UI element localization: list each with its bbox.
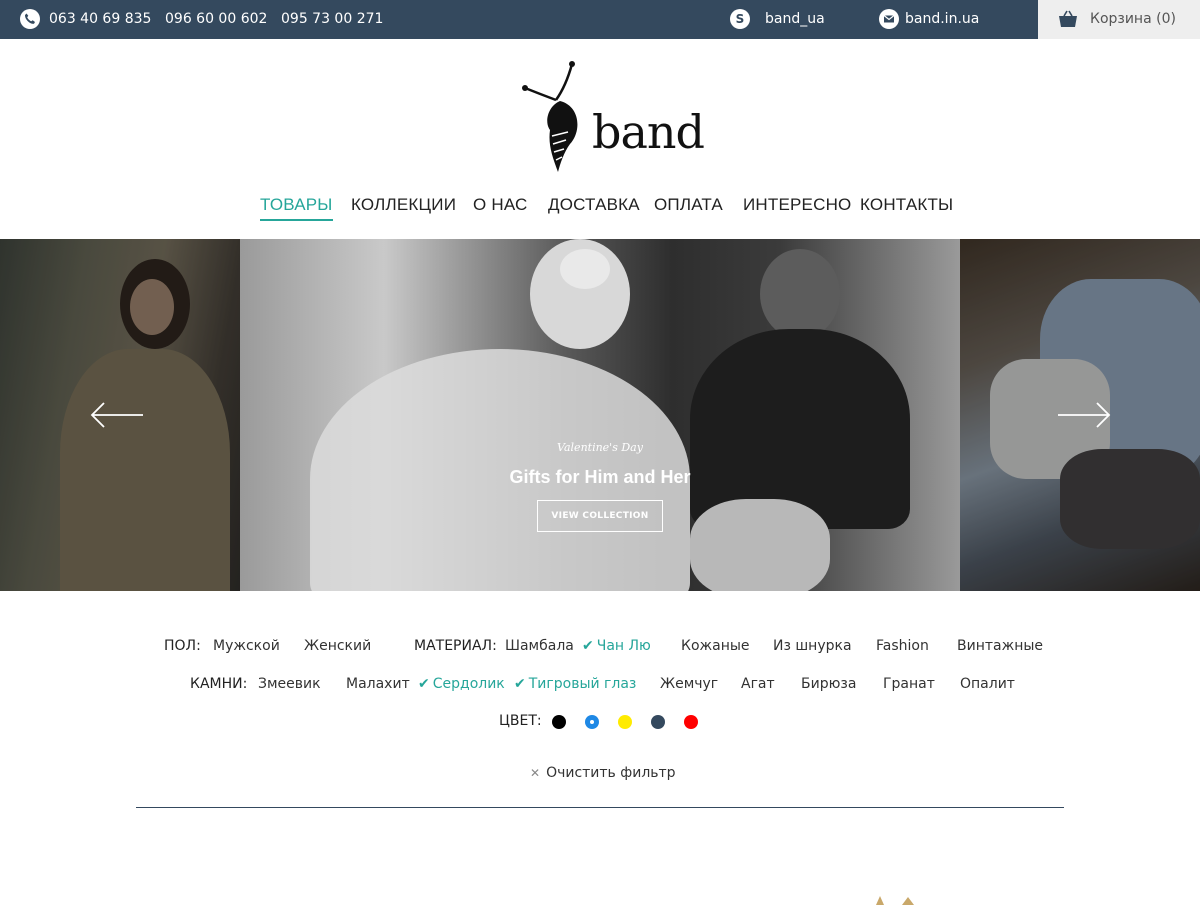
filter-option-label: Сердолик — [432, 676, 505, 692]
phone-number-2[interactable]: 096 60 00 602 — [165, 10, 267, 28]
filter-stone-opalite[interactable]: Опалит — [960, 674, 1015, 694]
hero-slider: Valentine's Day Gifts for Him and Her VI… — [0, 239, 1200, 591]
cart-label: Корзина (0) — [1090, 11, 1176, 27]
filter-stone-garnet[interactable]: Гранат — [883, 674, 935, 694]
clear-filter-label: Очистить фильтр — [546, 765, 676, 781]
color-swatch-slate[interactable] — [651, 715, 665, 729]
checkmark-icon: ✔ — [418, 676, 430, 692]
phone-number-1[interactable]: 063 40 69 835 — [49, 10, 151, 28]
email-link[interactable]: band.in.ua — [905, 10, 979, 28]
cart-button[interactable]: Корзина (0) — [1038, 0, 1200, 39]
nav-collections[interactable]: КОЛЛЕКЦИИ — [351, 194, 456, 216]
filter-stone-carnelian[interactable]: ✔ Сердолик — [418, 674, 505, 694]
filter-stone-pearl[interactable]: Жемчуг — [660, 674, 718, 694]
nav-payment[interactable]: ОПЛАТА — [654, 194, 723, 216]
basket-icon — [1058, 10, 1078, 32]
slider-prev-arrow[interactable] — [90, 400, 144, 430]
slide-caption-subtitle: Valentine's Day — [557, 441, 643, 454]
product-thumbnail[interactable] — [872, 890, 920, 905]
divider — [136, 807, 1064, 808]
filter-stone-tiger-eye[interactable]: ✔ Тигровый глаз — [514, 674, 636, 694]
filter-material-shambala[interactable]: Шамбала — [505, 636, 574, 656]
nav-delivery[interactable]: ДОСТАВКА — [548, 194, 640, 216]
filter-material-chan-lu[interactable]: ✔ Чан Лю — [582, 636, 651, 656]
color-swatch-yellow[interactable] — [618, 715, 632, 729]
color-swatch-red[interactable] — [684, 715, 698, 729]
slider-next-arrow[interactable] — [1057, 400, 1111, 430]
filter-row-stones: КАМНИ: Змеевик Малахит ✔ Сердолик ✔ Тигров… — [0, 674, 1200, 696]
phone-number-3[interactable]: 095 73 00 271 — [281, 10, 383, 28]
checkmark-icon: ✔ — [582, 638, 594, 654]
nav-products[interactable]: ТОВАРЫ — [260, 194, 333, 221]
filter-material-cord[interactable]: Из шнурка — [773, 636, 852, 656]
filter-material-leather[interactable]: Кожаные — [681, 636, 750, 656]
main-nav: ТОВАРЫ КОЛЛЕКЦИИ О НАС ДОСТАВКА ОПЛАТА И… — [0, 194, 1200, 222]
slide-caption: Valentine's Day Gifts for Him and Her VI… — [240, 440, 960, 532]
logo-text[interactable]: band — [592, 104, 705, 160]
filter-material-vintage[interactable]: Винтажные — [957, 636, 1043, 656]
color-swatch-blue[interactable] — [585, 715, 599, 729]
nav-interesting[interactable]: ИНТЕРЕСНО — [743, 194, 851, 216]
filter-gender-female[interactable]: Женский — [304, 636, 371, 656]
skype-link[interactable]: band_ua — [765, 10, 825, 28]
filter-gender-male[interactable]: Мужской — [213, 636, 280, 656]
filter-material-label: МАТЕРИАЛ: — [414, 638, 497, 654]
filter-row-color: ЦВЕТ: — [0, 711, 1200, 733]
phone-icon — [20, 9, 40, 29]
filter-material-fashion[interactable]: Fashion — [876, 636, 929, 656]
filter-stone-serpentine[interactable]: Змеевик — [258, 674, 321, 694]
top-bar: 063 40 69 835 096 60 00 602 095 73 00 27… — [0, 0, 1200, 39]
slide-current-image — [240, 239, 960, 591]
filter-stone-turquoise[interactable]: Бирюза — [801, 674, 856, 694]
skype-icon: S — [730, 9, 750, 29]
view-collection-button[interactable]: VIEW COLLECTION — [537, 500, 663, 532]
filter-option-label: Тигровый глаз — [528, 676, 637, 692]
close-icon: ✕ — [530, 766, 541, 780]
filter-option-label: Чан Лю — [596, 638, 651, 654]
filter-gender-label: ПОЛ: — [164, 638, 201, 654]
clear-filter-button[interactable]: ✕ Очистить фильтр — [530, 763, 676, 783]
filter-color-label: ЦВЕТ: — [499, 713, 542, 729]
filter-row-gender-material: ПОЛ: Мужской Женский МАТЕРИАЛ: Шамбала ✔… — [0, 636, 1200, 658]
filter-stone-malachite[interactable]: Малахит — [346, 674, 410, 694]
nav-contacts[interactable]: КОНТАКТЫ — [860, 194, 953, 216]
email-icon — [879, 9, 899, 29]
slide-caption-title: Gifts for Him and Her — [509, 467, 691, 487]
filter-stones-label: КАМНИ: — [190, 676, 248, 692]
nav-about[interactable]: О НАС — [473, 194, 527, 216]
checkmark-icon: ✔ — [514, 676, 526, 692]
color-swatch-black[interactable] — [552, 715, 566, 729]
filter-stone-agate[interactable]: Агат — [741, 674, 775, 694]
